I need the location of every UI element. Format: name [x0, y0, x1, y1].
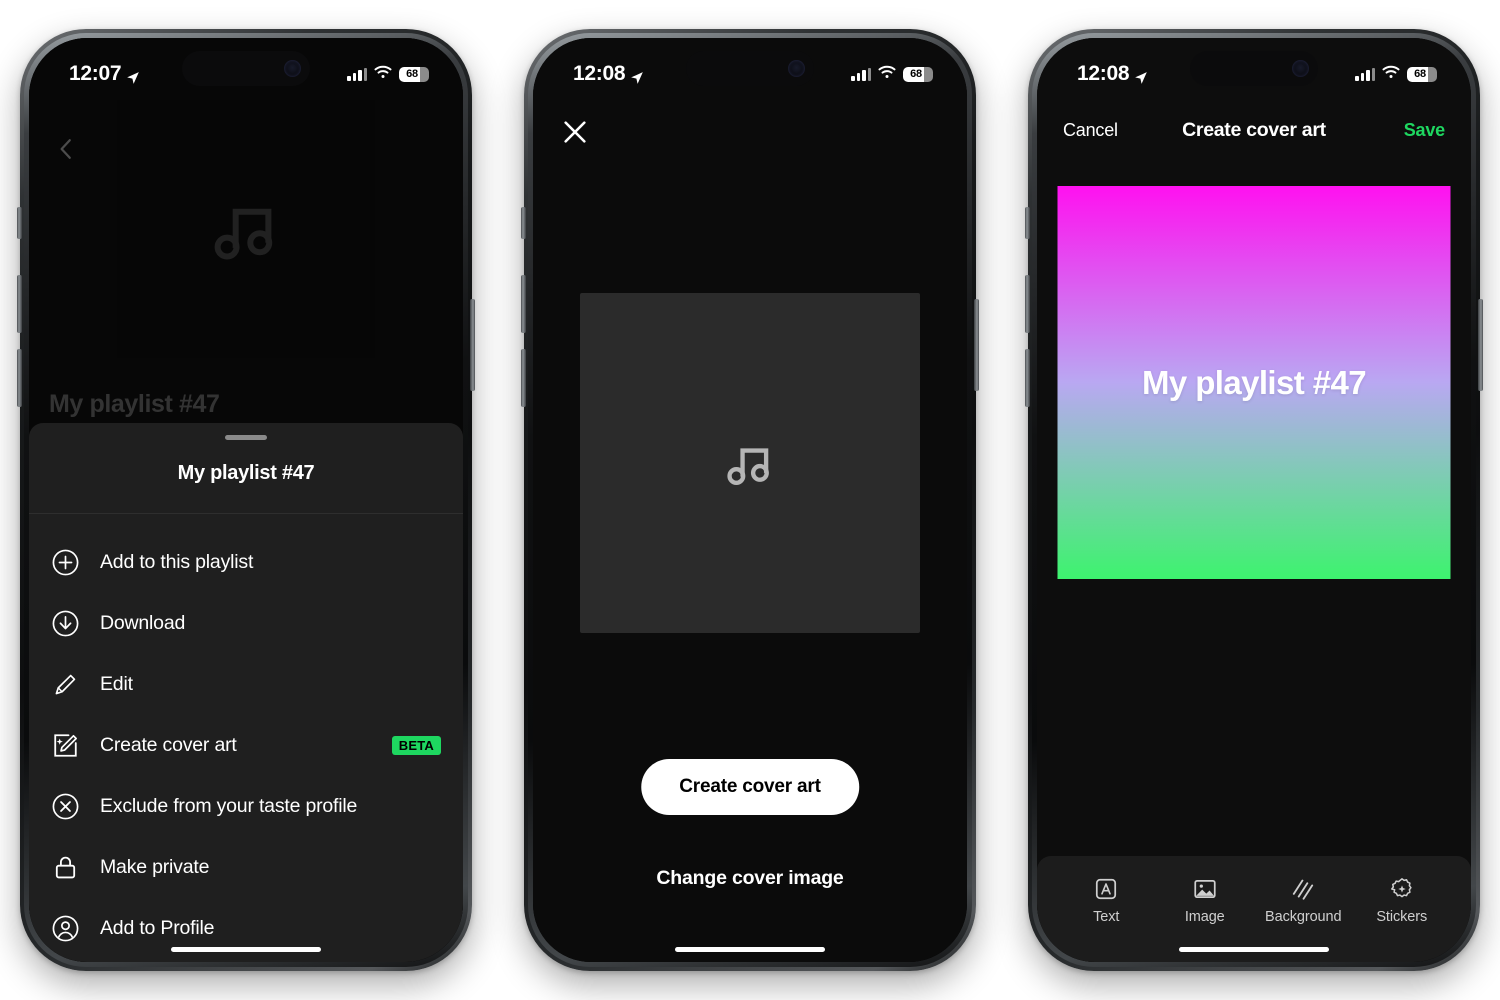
- lock-icon: [51, 853, 80, 882]
- diagonal-lines-icon: [1293, 879, 1314, 900]
- menu-item-label: Add to this playlist: [100, 551, 254, 573]
- home-indicator[interactable]: [675, 946, 825, 952]
- change-cover-image-button[interactable]: Change cover image: [656, 867, 843, 890]
- menu-item-exclude-from-taste-profile[interactable]: Exclude from your taste profile: [29, 776, 463, 837]
- create-cover-art-icon: [51, 731, 80, 760]
- beta-badge: BETA: [391, 736, 441, 755]
- menu-item-label: Add to Profile: [100, 917, 215, 939]
- playlist-page: My playlist #47 My playlist #47 Add to t…: [29, 38, 463, 962]
- editor-nav-bar: Cancel Create cover art Save: [1037, 106, 1471, 154]
- plus-circle-icon: [51, 548, 80, 577]
- menu-item-label: Download: [100, 612, 186, 634]
- phone-cover-art-editor: Cancel Create cover art Save My playlist…: [1025, 29, 1483, 971]
- tool-background[interactable]: Background: [1254, 876, 1353, 925]
- download-circle-icon: [51, 609, 80, 638]
- tool-image[interactable]: Image: [1156, 876, 1255, 925]
- cancel-button[interactable]: Cancel: [1063, 120, 1118, 141]
- action-button[interactable]: [17, 207, 22, 239]
- power-button[interactable]: [470, 299, 475, 391]
- context-menu-list: Add to this playlist Download Edit Creat…: [29, 514, 463, 959]
- three-phone-screenshot-composite: My playlist #47 My playlist #47 Add to t…: [0, 0, 1500, 1000]
- dynamic-island: [1190, 51, 1318, 86]
- cover-art-intro-page: Create cover art Change cover image: [533, 38, 967, 962]
- front-camera-icon: [788, 60, 805, 77]
- menu-item-make-private[interactable]: Make private: [29, 837, 463, 898]
- front-camera-icon: [284, 60, 301, 77]
- menu-item-label: Edit: [100, 673, 133, 695]
- music-note-icon: [727, 448, 769, 486]
- power-button[interactable]: [1478, 299, 1483, 391]
- sheet-title: My playlist #47: [177, 462, 315, 484]
- volume-up-button[interactable]: [17, 275, 22, 333]
- phone-2-screen: Create cover art Change cover image 12:0…: [533, 38, 967, 962]
- cover-art-text[interactable]: My playlist #47: [1142, 364, 1367, 402]
- image-icon: [1194, 880, 1216, 898]
- phone-playlist-menu: My playlist #47 My playlist #47 Add to t…: [17, 29, 475, 971]
- volume-down-button[interactable]: [521, 349, 526, 407]
- menu-item-label: Create cover art: [100, 734, 237, 756]
- pencil-icon: [51, 670, 80, 699]
- power-button[interactable]: [974, 299, 979, 391]
- volume-up-button[interactable]: [521, 275, 526, 333]
- create-cover-art-button[interactable]: Create cover art: [641, 759, 859, 815]
- tool-label: Text: [1093, 909, 1120, 925]
- volume-down-button[interactable]: [17, 349, 22, 407]
- tool-text[interactable]: Text: [1057, 876, 1156, 925]
- sticker-sparkle-icon: [1390, 878, 1412, 898]
- menu-item-label: Make private: [100, 856, 210, 878]
- menu-item-edit[interactable]: Edit: [29, 654, 463, 715]
- tool-stickers[interactable]: Stickers: [1353, 876, 1452, 925]
- volume-up-button[interactable]: [1025, 275, 1030, 333]
- text-box-icon: [1096, 878, 1117, 900]
- close-button[interactable]: [559, 116, 591, 148]
- close-x-icon: [564, 121, 586, 143]
- phone-1-screen: My playlist #47 My playlist #47 Add to t…: [29, 38, 463, 962]
- menu-item-label: Exclude from your taste profile: [100, 795, 358, 817]
- phone-3-screen: Cancel Create cover art Save My playlist…: [1037, 38, 1471, 962]
- phone-cover-art-intro: Create cover art Change cover image 12:0…: [521, 29, 979, 971]
- menu-item-create-cover-art[interactable]: Create cover art BETA: [29, 715, 463, 776]
- person-circle-icon: [51, 914, 80, 943]
- home-indicator[interactable]: [1179, 946, 1329, 952]
- cover-image-placeholder[interactable]: [580, 293, 920, 633]
- home-indicator[interactable]: [171, 946, 321, 952]
- cover-art-editor-page: Cancel Create cover art Save My playlist…: [1037, 38, 1471, 962]
- playlist-context-menu-sheet: My playlist #47 Add to this playlist Dow…: [29, 423, 463, 962]
- x-circle-icon: [51, 792, 80, 821]
- menu-item-add-to-this-playlist[interactable]: Add to this playlist: [29, 532, 463, 593]
- save-button[interactable]: Save: [1404, 120, 1445, 141]
- dynamic-island: [686, 51, 814, 86]
- volume-down-button[interactable]: [1025, 349, 1030, 407]
- front-camera-icon: [1292, 60, 1309, 77]
- cover-art-canvas[interactable]: My playlist #47: [1057, 186, 1451, 579]
- action-button[interactable]: [1025, 207, 1030, 239]
- tool-label: Stickers: [1376, 909, 1428, 925]
- action-button[interactable]: [521, 207, 526, 239]
- tool-label: Background: [1265, 909, 1342, 925]
- dynamic-island: [182, 51, 310, 86]
- tool-label: Image: [1184, 909, 1225, 925]
- menu-item-download[interactable]: Download: [29, 593, 463, 654]
